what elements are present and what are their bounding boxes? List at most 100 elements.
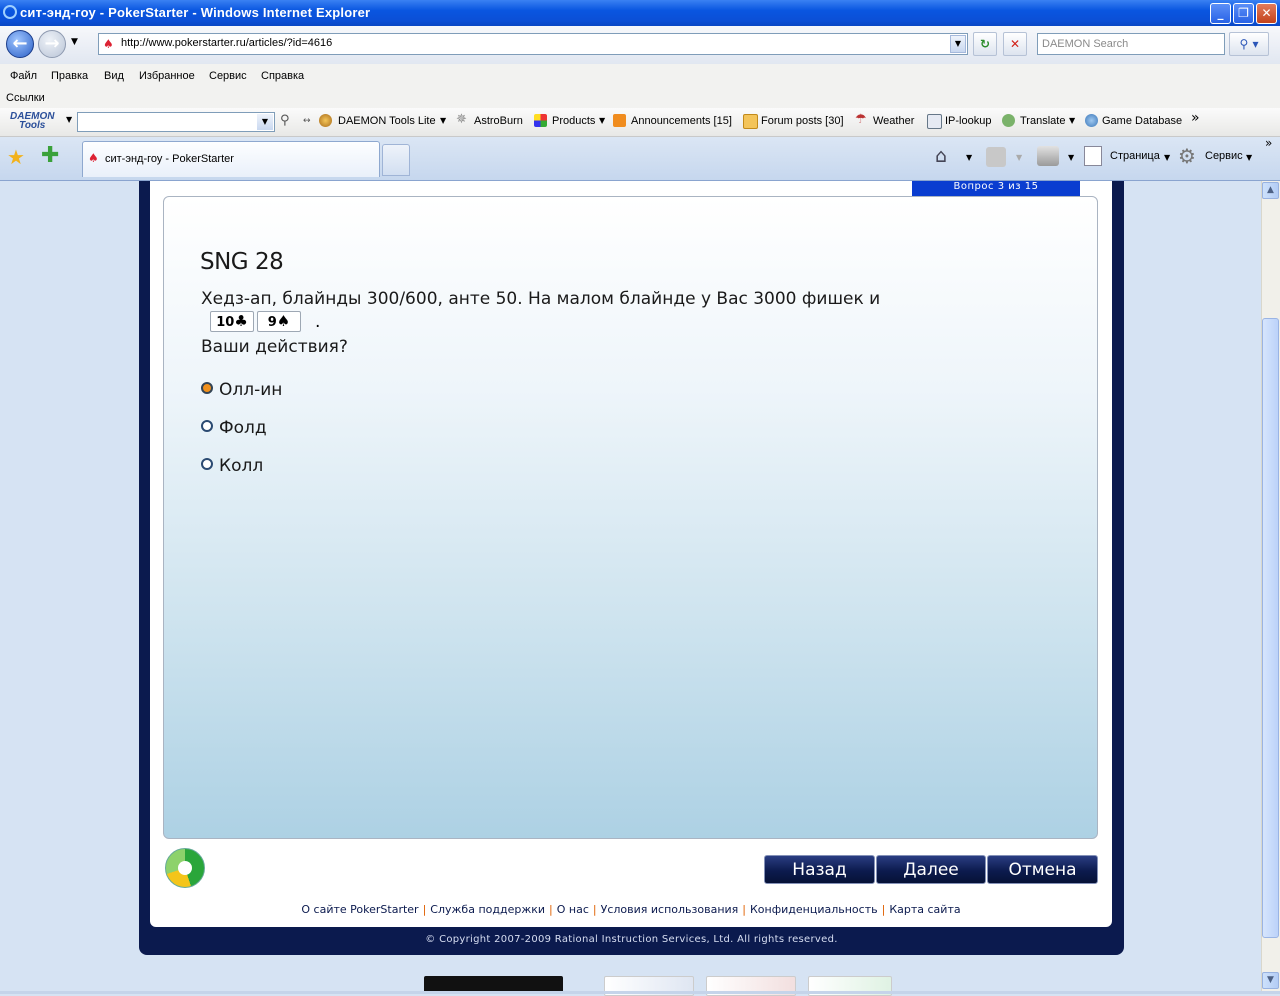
history-dropdown-icon[interactable]: ▼ [71, 37, 78, 47]
game-database-icon [1085, 114, 1098, 127]
favorites-star-icon[interactable]: ★ [7, 145, 25, 169]
menu-edit[interactable]: Правка [51, 70, 88, 82]
question-title: SNG 28 [200, 249, 284, 275]
question-progress: Вопрос 3 из 15 [912, 181, 1080, 196]
tab-favicon-icon: ♠ [88, 151, 99, 165]
pokerstarter-logo-icon [165, 848, 205, 888]
print-icon[interactable] [1037, 146, 1059, 166]
daemon-tools-icon [319, 114, 332, 127]
forum-icon [743, 114, 758, 129]
scroll-up-icon[interactable]: ▲ [1262, 182, 1279, 199]
toolbar-weather[interactable]: Weather [873, 115, 914, 127]
option-all-in[interactable]: Олл-ин [201, 380, 282, 400]
rss-icon [613, 114, 626, 127]
tab-active[interactable]: ♠ сит-энд-гоу - PokerStarter [82, 141, 380, 177]
toolbar-dropdown-icon[interactable]: ▼ [440, 116, 446, 125]
radio-unselected-icon[interactable] [201, 458, 213, 470]
club-suit-icon: ♣ [234, 312, 248, 330]
page-icon [1084, 146, 1102, 166]
scrollbar-thumb[interactable] [1262, 318, 1279, 938]
card-ten-clubs: 10♣ [210, 311, 254, 332]
next-button[interactable]: Далее [876, 855, 986, 884]
feeds-dropdown-icon[interactable]: ▼ [1016, 153, 1022, 162]
minimize-button[interactable]: _ [1210, 3, 1231, 24]
astroburn-icon: ✵ [456, 112, 467, 127]
home-dropdown-icon[interactable]: ▼ [966, 153, 972, 162]
footer-link-about-site[interactable]: О сайте PokerStarter [301, 903, 418, 916]
toolbar-overflow-icon[interactable]: » [1191, 110, 1200, 126]
footer-link-terms[interactable]: Условия использования [601, 903, 739, 916]
magnifier-icon[interactable]: ⚲ [280, 113, 290, 128]
resize-handle-icon[interactable]: ↔ [303, 116, 311, 126]
translate-dropdown-icon[interactable]: ▼ [1069, 116, 1075, 125]
menu-file[interactable]: Файл [10, 70, 37, 82]
option-call[interactable]: Колл [201, 456, 263, 476]
print-dropdown-icon[interactable]: ▼ [1068, 153, 1074, 162]
footer-link-privacy[interactable]: Конфиденциальность [750, 903, 878, 916]
back-button[interactable]: ← [6, 30, 34, 58]
tools-menu[interactable]: Сервис [1205, 150, 1243, 162]
menu-favorites[interactable]: Избранное [139, 70, 195, 82]
address-url: http://www.pokerstarter.ru/articles/?id=… [121, 37, 333, 49]
toolbar-astroburn[interactable]: AstroBurn [474, 115, 523, 127]
option-label: Олл-ин [219, 380, 283, 400]
menu-help[interactable]: Справка [261, 70, 304, 82]
toolbar-ip-lookup[interactable]: IP-lookup [945, 115, 991, 127]
option-label: Фолд [219, 418, 267, 438]
commands-overflow-icon[interactable]: » [1265, 136, 1272, 150]
footer-link-sitemap[interactable]: Карта сайта [889, 903, 960, 916]
weather-icon: ☂ [855, 112, 867, 127]
refresh-icon[interactable]: ↻ [973, 32, 997, 56]
add-favorite-icon[interactable]: ✚ [41, 143, 59, 168]
toolbar-forum-posts[interactable]: Forum posts [30] [761, 115, 844, 127]
footer-link-support[interactable]: Служба поддержки [430, 903, 545, 916]
links-label[interactable]: Ссылки [6, 92, 45, 104]
question-punctuation: . [315, 312, 321, 332]
tools-dropdown-icon[interactable]: ▼ [1246, 153, 1252, 162]
daemon-search-dropdown-icon[interactable]: ▼ [257, 114, 273, 130]
menu-view[interactable]: Вид [104, 70, 124, 82]
footer-link-about-us[interactable]: О нас [557, 903, 589, 916]
toolbar-products[interactable]: Products [552, 115, 595, 127]
toolbar-translate[interactable]: Translate [1020, 115, 1065, 127]
option-label: Колл [219, 456, 264, 476]
card-rank: 10 [216, 315, 235, 330]
stop-icon[interactable]: ✕ [1003, 32, 1027, 56]
spade-suit-icon: ♠ [276, 312, 291, 330]
products-icon [534, 114, 547, 127]
forward-button[interactable]: → [38, 30, 66, 58]
products-dropdown-icon[interactable]: ▼ [599, 116, 605, 125]
radio-unselected-icon[interactable] [201, 420, 213, 432]
card-nine-spades: 9♠ [257, 311, 301, 332]
radio-selected-icon[interactable] [201, 382, 213, 394]
cancel-button[interactable]: Отмена [987, 855, 1098, 884]
tab-label: сит-энд-гоу - PokerStarter [105, 153, 234, 165]
home-icon[interactable]: ⌂ [935, 145, 947, 167]
daemon-logo-bottom: Tools [19, 120, 46, 131]
feeds-icon[interactable] [986, 147, 1006, 167]
search-icon[interactable]: ⚲ ▾ [1229, 32, 1269, 56]
close-button[interactable]: ✕ [1256, 3, 1277, 24]
toolbar-daemon-tools-lite[interactable]: DAEMON Tools Lite [338, 115, 436, 127]
scroll-down-icon[interactable]: ▼ [1262, 972, 1279, 989]
card-rank: 9 [267, 315, 277, 330]
address-field[interactable]: ♠ http://www.pokerstarter.ru/articles/?i… [98, 33, 968, 55]
search-input[interactable]: DAEMON Search [1037, 33, 1225, 55]
daemon-logo: DAEMON Tools [10, 112, 54, 131]
option-fold[interactable]: Фолд [201, 418, 267, 438]
toolbar-announcements[interactable]: Announcements [15] [631, 115, 732, 127]
page-menu[interactable]: Страница [1110, 150, 1160, 162]
toolbar-game-database[interactable]: Game Database [1102, 115, 1182, 127]
new-tab-button[interactable] [382, 144, 410, 176]
maximize-button[interactable]: ❐ [1233, 3, 1254, 24]
back-quiz-button[interactable]: Назад [764, 855, 875, 884]
window-title-bar: сит-энд-гоу - PokerStarter - Windows Int… [0, 0, 1280, 26]
daemon-menu-dropdown-icon[interactable]: ▼ [66, 115, 72, 124]
daemon-search-input[interactable]: ▼ [77, 112, 275, 132]
address-dropdown-icon[interactable]: ▼ [950, 35, 966, 53]
page-dropdown-icon[interactable]: ▼ [1164, 153, 1170, 162]
menu-tools[interactable]: Сервис [209, 70, 247, 82]
site-favicon-icon: ♠ [103, 37, 114, 51]
search-placeholder: DAEMON Search [1042, 38, 1129, 50]
question-text: Хедз-ап, блайнды 300/600, анте 50. На ма… [201, 289, 881, 309]
